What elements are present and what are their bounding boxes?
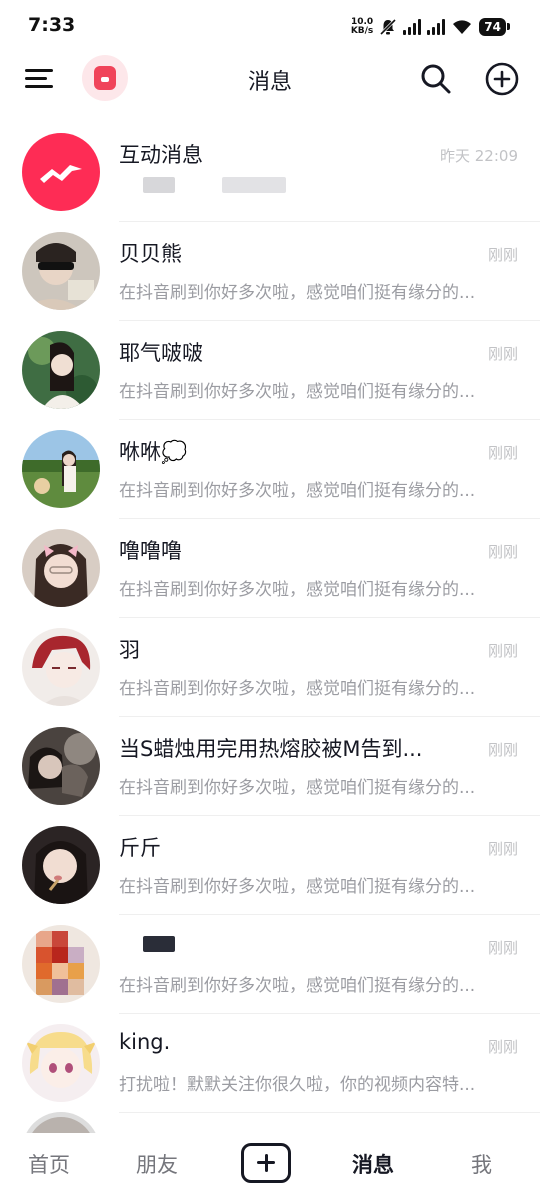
conversation-time: 刚刚 — [487, 345, 518, 363]
signal-icon — [403, 19, 422, 35]
nav-home[interactable]: 首页 — [28, 1149, 70, 1179]
conversation-item[interactable]: 互动消息 昨天 22:09 — [0, 123, 540, 222]
conversation-time: 刚刚 — [487, 642, 518, 660]
nav-me[interactable]: 我 — [471, 1149, 492, 1179]
conversation-name: 贝贝熊 — [119, 242, 182, 266]
conversation-time: 刚刚 — [487, 543, 518, 561]
conversation-name: king. — [119, 1030, 171, 1054]
avatar — [22, 430, 100, 508]
avatar — [22, 727, 100, 805]
conversation-preview: 在抖音刷到你好多次啦，感觉咱们挺有缘分的... — [119, 778, 476, 798]
conversation-item[interactable]: 噜噜噜 刚刚 在抖音刷到你好多次啦，感觉咱们挺有缘分的... — [0, 519, 540, 618]
conversation-name: 耶气啵啵 — [119, 341, 203, 365]
conversation-preview: 在抖音刷到你好多次啦，感觉咱们挺有缘分的... — [119, 679, 476, 699]
status-bar: 7:33 10.0 KB/s 74 — [0, 0, 540, 52]
conversation-time: 刚刚 — [487, 741, 518, 759]
interaction-icon — [40, 165, 82, 183]
avatar — [22, 826, 100, 904]
interaction-avatar — [22, 133, 100, 211]
conversation-name: 羽 — [119, 638, 140, 662]
battery-icon: 74 — [479, 18, 510, 36]
page-title: 消息 — [247, 70, 292, 95]
plus-circle-icon[interactable] — [484, 61, 520, 97]
mute-bell-icon — [380, 18, 397, 36]
conversation-list: 互动消息 昨天 22:09 贝贝熊 刚刚 在抖音刷到你好多次啦，感觉咱们挺有缘分… — [0, 123, 540, 1113]
conversation-time: 刚刚 — [487, 444, 518, 462]
avatar — [22, 232, 100, 310]
conversation-preview: 在抖音刷到你好多次啦，感觉咱们挺有缘分的... — [119, 877, 476, 897]
conversation-item[interactable]: 贝贝熊 刚刚 在抖音刷到你好多次啦，感觉咱们挺有缘分的... — [0, 222, 540, 321]
network-speed: 10.0 KB/s — [350, 17, 374, 36]
conversation-preview: 在抖音刷到你好多次啦，感觉咱们挺有缘分的... — [119, 481, 476, 501]
conversation-name: 当S蜡烛用完用热熔胶被M告到... — [119, 737, 423, 761]
search-icon[interactable] — [418, 61, 454, 97]
conversation-time: 刚刚 — [487, 939, 518, 957]
blurred-name — [143, 936, 175, 952]
conversation-preview: 在抖音刷到你好多次啦，感觉咱们挺有缘分的... — [119, 976, 476, 996]
conversation-item[interactable]: 耶气啵啵 刚刚 在抖音刷到你好多次啦，感觉咱们挺有缘分的... — [0, 321, 540, 420]
nav-friends[interactable]: 朋友 — [136, 1149, 178, 1179]
conversation-name: 斤斤 — [119, 836, 161, 860]
conversation-item[interactable]: king. 刚刚 打扰啦！默默关注你很久啦，你的视频内容特... — [0, 1014, 540, 1113]
blurred-preview — [222, 177, 286, 193]
wifi-icon — [453, 20, 472, 34]
top-header: 消息 — [0, 52, 540, 106]
avatar — [22, 628, 100, 706]
conversation-time: 昨天 22:09 — [440, 147, 518, 165]
avatar — [22, 331, 100, 409]
avatar — [22, 925, 100, 1003]
blurred-preview — [143, 177, 175, 193]
conversation-item[interactable]: 咻咻💭 刚刚 在抖音刷到你好多次啦，感觉咱们挺有缘分的... — [0, 420, 540, 519]
conversation-name: 噜噜噜 — [119, 539, 182, 563]
conversation-time: 刚刚 — [487, 840, 518, 858]
create-button[interactable] — [241, 1143, 291, 1183]
conversation-preview: 在抖音刷到你好多次啦，感觉咱们挺有缘分的... — [119, 382, 476, 402]
nav-messages[interactable]: 消息 — [352, 1149, 394, 1179]
conversation-time: 刚刚 — [487, 1038, 518, 1056]
conversation-time: 刚刚 — [487, 246, 518, 264]
conversation-item[interactable]: 刚刚 在抖音刷到你好多次啦，感觉咱们挺有缘分的... — [0, 915, 540, 1014]
conversation-name: 互动消息 — [119, 143, 203, 167]
conversation-preview: 在抖音刷到你好多次啦，感觉咱们挺有缘分的... — [119, 283, 476, 303]
avatar — [22, 1024, 100, 1102]
conversation-preview: 在抖音刷到你好多次啦，感觉咱们挺有缘分的... — [119, 580, 476, 600]
conversation-item[interactable]: 斤斤 刚刚 在抖音刷到你好多次啦，感觉咱们挺有缘分的... — [0, 816, 540, 915]
conversation-preview: 打扰啦！默默关注你很久啦，你的视频内容特... — [119, 1075, 476, 1095]
avatar — [22, 529, 100, 607]
conversation-item[interactable]: 羽 刚刚 在抖音刷到你好多次啦，感觉咱们挺有缘分的... — [0, 618, 540, 717]
bottom-nav: 首页 朋友 消息 我 — [0, 1133, 540, 1200]
status-icons: 10.0 KB/s 74 — [350, 15, 510, 39]
conversation-item[interactable]: 当S蜡烛用完用热熔胶被M告到... 刚刚 在抖音刷到你好多次啦，感觉咱们挺有缘分… — [0, 717, 540, 816]
status-time: 7:33 — [28, 14, 76, 36]
signal-icon-2 — [427, 19, 446, 35]
conversation-name: 咻咻💭 — [119, 440, 188, 464]
